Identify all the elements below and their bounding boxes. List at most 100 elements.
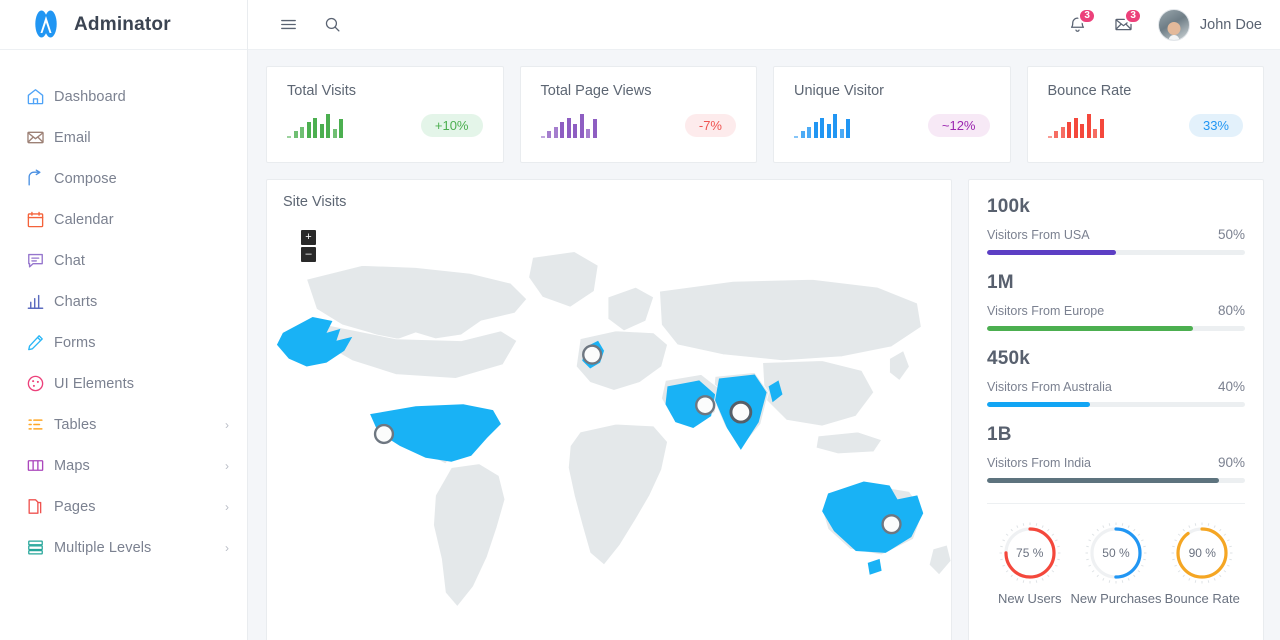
visitor-value: 1M bbox=[987, 272, 1014, 293]
map-icon bbox=[16, 456, 54, 475]
visitor-value: 450k bbox=[987, 348, 1031, 369]
donut-chart: 50 % bbox=[1085, 522, 1147, 584]
messages-button[interactable]: 3 bbox=[1104, 5, 1144, 45]
sidebar-item-pages[interactable]: Pages › bbox=[0, 486, 247, 527]
visitor-percent: 50% bbox=[1217, 227, 1245, 242]
hamburger-menu-icon[interactable] bbox=[268, 5, 308, 45]
visitor-stat-usa: 100k Visitors From USA 50% bbox=[987, 196, 1245, 255]
sidebar-item-label: Forms bbox=[54, 334, 96, 351]
avatar bbox=[1157, 8, 1190, 41]
visitor-percent: 40% bbox=[1217, 379, 1245, 394]
visitor-label: Visitors From USA bbox=[987, 228, 1090, 242]
visitor-value: 1B bbox=[987, 424, 1012, 445]
progress-fill bbox=[987, 250, 1116, 255]
notifications-button[interactable]: 3 bbox=[1058, 5, 1098, 45]
sidebar-item-maps[interactable]: Maps › bbox=[0, 445, 247, 486]
world-map-svg[interactable] bbox=[267, 218, 951, 640]
visitor-label: Visitors From Australia bbox=[987, 380, 1112, 394]
sidebar-item-forms[interactable]: Forms bbox=[0, 322, 247, 363]
stat-title: Unique Visitor bbox=[794, 83, 885, 99]
stat-pill: +10% bbox=[420, 113, 483, 137]
sparkline-chart bbox=[794, 112, 850, 138]
progress-fill bbox=[987, 326, 1194, 331]
sidebar-item-ui-elements[interactable]: UI Elements bbox=[0, 363, 247, 404]
site-visits-card: Site Visits + – bbox=[266, 179, 952, 640]
sidebar-item-multiple-levels[interactable]: Multiple Levels › bbox=[0, 527, 247, 568]
sidebar-item-email[interactable]: Email bbox=[0, 117, 247, 158]
layers-icon bbox=[16, 538, 54, 557]
stat-title: Bounce Rate bbox=[1047, 83, 1132, 99]
sidebar-nav: Dashboard Email Compose Calendar Chat Ch… bbox=[0, 50, 247, 568]
dashboard-page: Adminator Dashboard Email Compose Calend… bbox=[0, 0, 1280, 640]
progress-track bbox=[987, 478, 1245, 483]
brand[interactable]: Adminator bbox=[0, 0, 247, 50]
sidebar-item-label: Calendar bbox=[54, 211, 114, 228]
sidebar-item-tables[interactable]: Tables › bbox=[0, 404, 247, 445]
calendar-icon bbox=[16, 210, 54, 229]
topbar-right: 3 3 John Doe bbox=[1058, 5, 1262, 45]
stat-pill: -7% bbox=[684, 113, 736, 137]
progress-track bbox=[987, 402, 1245, 407]
stat-title: Total Page Views bbox=[540, 83, 652, 99]
brand-title: Adminator bbox=[74, 13, 171, 35]
donut-value: 90 % bbox=[1188, 546, 1216, 560]
visitor-stat-australia: 450k Visitors From Australia 40% bbox=[987, 348, 1245, 407]
donut-new-purchases: 50 % New Purchases bbox=[1070, 522, 1162, 606]
india-marker[interactable] bbox=[729, 400, 753, 424]
visitor-label: Visitors From India bbox=[987, 456, 1091, 470]
sidebar-item-label: Pages bbox=[54, 498, 96, 515]
donut-label: Bounce Rate bbox=[1164, 591, 1240, 606]
usa-marker[interactable] bbox=[373, 423, 395, 445]
sidebar-item-label: Maps bbox=[54, 457, 90, 474]
stat-card-total-visits: Total Visits +10% bbox=[266, 66, 504, 163]
lower-row: Site Visits + – 100k Visitors From USA 5… bbox=[266, 179, 1264, 640]
sparkline-chart bbox=[1047, 112, 1104, 138]
topbar: 3 3 John Doe bbox=[248, 0, 1280, 50]
visitor-label: Visitors From Europe bbox=[987, 304, 1105, 318]
stat-pill: ~12% bbox=[927, 113, 990, 137]
sidebar-item-label: UI Elements bbox=[54, 375, 135, 392]
messages-badge: 3 bbox=[1124, 7, 1142, 24]
chevron-right-icon: › bbox=[225, 417, 229, 432]
sidebar-item-label: Email bbox=[54, 129, 91, 146]
visitor-percent: 90% bbox=[1217, 455, 1245, 470]
donut-bounce-rate: 90 % Bounce Rate bbox=[1162, 522, 1243, 606]
progress-fill bbox=[987, 478, 1220, 483]
visitor-stats-card: 100k Visitors From USA 50% 1M Visitors F… bbox=[968, 179, 1264, 640]
progress-fill bbox=[987, 402, 1091, 407]
uk-marker[interactable] bbox=[582, 344, 603, 365]
donut-label: New Purchases bbox=[1070, 591, 1162, 606]
sidebar-item-chat[interactable]: Chat bbox=[0, 240, 247, 281]
saudi-marker[interactable] bbox=[695, 395, 716, 416]
sidebar: Adminator Dashboard Email Compose Calend… bbox=[0, 0, 248, 640]
sidebar-item-label: Tables bbox=[54, 416, 97, 433]
donut-new-users: 75 % New Users bbox=[989, 522, 1070, 606]
palette-icon bbox=[16, 374, 54, 393]
pages-icon bbox=[16, 497, 54, 516]
sidebar-item-charts[interactable]: Charts bbox=[0, 281, 247, 322]
sidebar-item-dashboard[interactable]: Dashboard bbox=[0, 76, 247, 117]
sidebar-item-calendar[interactable]: Calendar bbox=[0, 199, 247, 240]
stat-pill: 33% bbox=[1188, 113, 1243, 137]
stat-title: Total Visits bbox=[287, 83, 357, 99]
progress-track bbox=[987, 250, 1245, 255]
stat-cards: Total Visits +10% Total Page Views -7% U… bbox=[266, 66, 1264, 163]
pencil-icon bbox=[16, 333, 54, 352]
visitor-stat-india: 1B Visitors From India 90% bbox=[987, 424, 1245, 483]
world-map[interactable] bbox=[267, 218, 951, 640]
stat-card-bounce-rate: Bounce Rate 33% bbox=[1026, 66, 1264, 163]
adminator-logo-icon bbox=[30, 9, 62, 41]
donut-value: 75 % bbox=[1016, 546, 1044, 560]
tasmania-highlight bbox=[867, 558, 882, 575]
sidebar-item-label: Multiple Levels bbox=[54, 539, 152, 556]
chevron-right-icon: › bbox=[225, 499, 229, 514]
bar-chart-icon bbox=[16, 292, 54, 311]
australia-marker[interactable] bbox=[881, 514, 902, 535]
search-icon[interactable] bbox=[312, 5, 352, 45]
content: Total Visits +10% Total Page Views -7% U… bbox=[248, 50, 1280, 640]
sidebar-item-compose[interactable]: Compose bbox=[0, 158, 247, 199]
envelope-icon bbox=[16, 128, 54, 147]
sidebar-item-label: Charts bbox=[54, 293, 98, 310]
visitor-stat-europe: 1M Visitors From Europe 80% bbox=[987, 272, 1245, 331]
user-menu[interactable]: John Doe bbox=[1157, 8, 1262, 41]
